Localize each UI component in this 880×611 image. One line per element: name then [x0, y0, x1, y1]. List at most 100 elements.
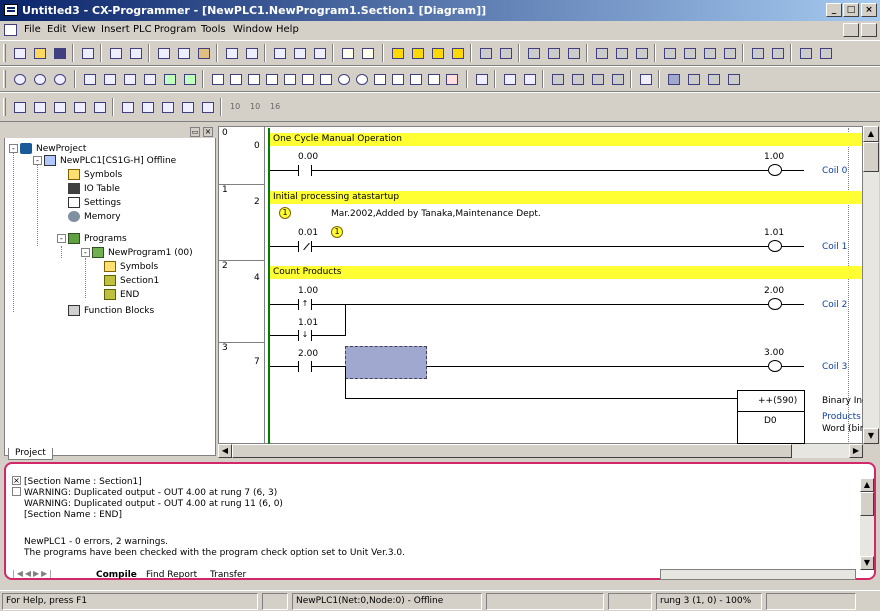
scroll-thumb[interactable] — [232, 444, 792, 458]
toolbar-grip[interactable] — [3, 98, 6, 116]
horizontal-line-icon[interactable] — [316, 70, 335, 88]
differential-monitor-icon[interactable] — [636, 70, 655, 88]
redo-icon[interactable] — [242, 44, 261, 62]
menu-program[interactable]: Program — [154, 24, 196, 35]
tree-item-section1[interactable]: Section1 — [120, 276, 159, 286]
pane-close-button[interactable]: × — [203, 127, 213, 137]
tree-item-project[interactable]: NewProject — [36, 144, 86, 154]
menu-view[interactable]: View — [72, 24, 96, 35]
edit-mode-icon[interactable] — [520, 70, 539, 88]
replace-icon[interactable] — [290, 44, 309, 62]
note-marker[interactable]: 1 — [279, 207, 291, 219]
delete-line-icon[interactable] — [442, 70, 461, 88]
tree-item-newprogram1[interactable]: NewProgram1 (00) — [108, 248, 193, 258]
coil-icon[interactable] — [334, 70, 353, 88]
output-pin-button[interactable] — [12, 487, 21, 496]
close-button[interactable]: × — [861, 3, 877, 17]
zoom-in-icon[interactable] — [10, 70, 29, 88]
tree-item-memory[interactable]: Memory — [84, 212, 121, 222]
scroll-right-button[interactable]: ▶ — [849, 444, 863, 458]
radix-10s-icon[interactable]: 10 — [246, 98, 265, 116]
collapse-toggle[interactable]: - — [57, 234, 66, 243]
io-comment-icon[interactable] — [138, 98, 157, 116]
calculator-icon[interactable] — [198, 98, 217, 116]
scroll-left-button[interactable]: ◀ — [218, 444, 232, 458]
print-preview-icon[interactable] — [126, 44, 145, 62]
document-icon[interactable] — [4, 24, 17, 36]
about-icon[interactable] — [338, 44, 357, 62]
symbol-icon[interactable] — [796, 44, 815, 62]
address-reference-icon[interactable] — [70, 98, 89, 116]
output-vertical-scrollbar[interactable]: ▲ ▼ — [860, 478, 874, 570]
cross-reference-icon[interactable] — [310, 44, 329, 62]
scroll-down-button[interactable]: ▼ — [860, 556, 874, 570]
output-coil[interactable] — [768, 360, 782, 372]
symbol-comment-icon[interactable] — [100, 70, 119, 88]
output-coil[interactable] — [768, 298, 782, 310]
tab-find-report[interactable]: Find Report — [146, 570, 197, 580]
compile-icon[interactable] — [408, 44, 427, 62]
open-icon[interactable] — [30, 44, 49, 62]
tree-item-end[interactable]: END — [120, 290, 139, 300]
menu-file[interactable]: File — [24, 24, 41, 35]
find-icon[interactable] — [270, 44, 289, 62]
mode-debug-icon[interactable] — [612, 44, 631, 62]
run-mode-icon[interactable] — [476, 44, 495, 62]
contact-or-nc-icon[interactable] — [280, 70, 299, 88]
transfer-from-plc-icon[interactable] — [544, 44, 563, 62]
zoom-fit-icon[interactable] — [50, 70, 69, 88]
list-icon[interactable] — [120, 70, 139, 88]
memory-view-icon[interactable] — [178, 98, 197, 116]
select-mode-icon[interactable] — [208, 70, 227, 88]
line-connect-icon[interactable] — [424, 70, 443, 88]
pane-pin-button[interactable]: ▭ — [190, 127, 200, 137]
contact-nc-icon[interactable] — [244, 70, 263, 88]
scroll-up-button[interactable]: ▲ — [860, 478, 874, 492]
horizontal-scrollbar[interactable]: ◀ ▶ — [218, 444, 863, 458]
maximize-button[interactable]: □ — [843, 3, 859, 17]
menu-tools[interactable]: Tools — [201, 24, 226, 35]
warning-icon[interactable] — [388, 44, 407, 62]
menu-help[interactable]: Help — [276, 24, 299, 35]
watch-icon[interactable] — [816, 44, 835, 62]
cut-icon[interactable] — [154, 44, 173, 62]
memory-icon[interactable] — [660, 44, 679, 62]
output-close-button[interactable]: × — [12, 476, 21, 485]
grid-icon[interactable] — [80, 70, 99, 88]
rung-comment[interactable]: Initial processing atastartup — [270, 191, 862, 204]
compare-icon[interactable] — [78, 44, 97, 62]
online-icon[interactable] — [428, 44, 447, 62]
minimize-button[interactable]: _ — [826, 3, 842, 17]
menu-edit[interactable]: Edit — [47, 24, 66, 35]
monitor-window-icon[interactable] — [140, 70, 159, 88]
tab-project[interactable]: Project — [8, 448, 53, 460]
tree-item-plc[interactable]: NewPLC1[CS1G-H] Offline — [60, 156, 176, 166]
rung-comment[interactable]: One Cycle Manual Operation — [270, 133, 862, 146]
data-trace-icon[interactable] — [664, 70, 683, 88]
monitor-icon[interactable] — [448, 44, 467, 62]
contact-up-diff[interactable]: ↑ — [298, 299, 312, 310]
compare-plc-icon[interactable] — [564, 44, 583, 62]
collapse-toggle[interactable]: - — [81, 248, 90, 257]
function-block-icon[interactable] — [406, 70, 425, 88]
force-icon[interactable] — [748, 44, 767, 62]
tree-item-settings[interactable]: Settings — [84, 198, 121, 208]
selection-cursor[interactable] — [345, 346, 427, 379]
contact-or-icon[interactable] — [262, 70, 281, 88]
contact-nc[interactable] — [298, 241, 312, 252]
contact-down-diff[interactable]: ↓ — [298, 330, 312, 341]
mode-program-icon[interactable] — [592, 44, 611, 62]
tree-item-io-table[interactable]: IO Table — [84, 184, 120, 194]
contact-no[interactable] — [298, 361, 312, 372]
instruction-icon[interactable] — [370, 70, 389, 88]
watch-window-icon[interactable] — [50, 98, 69, 116]
scroll-thumb[interactable] — [863, 142, 879, 172]
set-off-icon[interactable] — [568, 70, 587, 88]
settings-icon[interactable] — [700, 44, 719, 62]
mode-monitor-icon[interactable] — [632, 44, 651, 62]
radix-10-icon[interactable]: 10 — [226, 98, 245, 116]
scan-time-icon[interactable] — [704, 70, 723, 88]
ladder-view-icon[interactable] — [160, 70, 179, 88]
vertical-scrollbar[interactable]: ▲ ▼ — [863, 126, 879, 444]
scroll-thumb[interactable] — [860, 492, 874, 516]
